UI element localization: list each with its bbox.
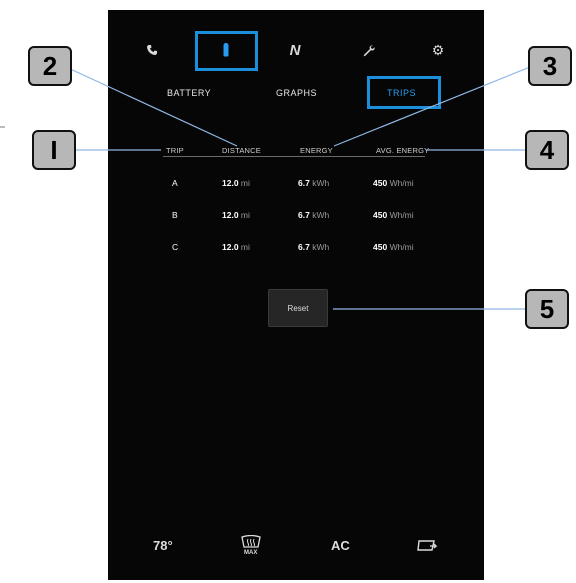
trip-distance: 12.0 mi (222, 210, 250, 220)
trip-label: B (172, 210, 178, 220)
trip-energy: 6.7 kWh (298, 210, 330, 220)
column-header-distance: DISTANCE (222, 146, 261, 155)
trip-distance: 12.0 mi (222, 242, 250, 252)
tab-trips[interactable]: TRIPS (387, 88, 416, 98)
battery-icon[interactable] (221, 42, 231, 58)
callout-badge-5: 5 (525, 289, 569, 329)
gear-icon[interactable]: ⚙ (430, 42, 446, 58)
defrost-icon (241, 534, 261, 548)
wrench-icon[interactable] (360, 42, 376, 58)
recirculation-icon (417, 540, 438, 551)
trip-avg-energy: 450 Wh/mi (373, 178, 414, 188)
recirculation-button[interactable] (416, 538, 438, 554)
n-logo-icon[interactable]: N (286, 41, 304, 59)
trip-label: A (172, 178, 178, 188)
callout-badge-1: I (32, 130, 76, 170)
trip-avg-energy: 450 Wh/mi (373, 242, 414, 252)
page: N ⚙ BATTERY GRAPHS TRIPS TRIP DISTANCE E… (0, 0, 576, 583)
callout-badge-3: 3 (528, 46, 572, 86)
trip-avg-energy: 450 Wh/mi (373, 210, 414, 220)
defrost-button[interactable]: MAX (240, 534, 262, 559)
temperature-readout[interactable]: 78° (153, 538, 173, 553)
ac-button[interactable]: AC (331, 538, 350, 553)
trip-energy: 6.7 kWh (298, 178, 330, 188)
defrost-max-label: MAX (244, 550, 258, 556)
column-header-avg-energy: AVG. ENERGY (376, 146, 430, 155)
callout-badge-4: 4 (525, 130, 569, 170)
header-divider (163, 156, 425, 157)
tab-graphs[interactable]: GRAPHS (276, 88, 317, 98)
reset-button[interactable]: Reset (268, 289, 328, 327)
callout-badge-2: 2 (28, 46, 72, 86)
trip-distance: 12.0 mi (222, 178, 250, 188)
phone-icon[interactable] (144, 42, 160, 58)
trip-label: C (172, 242, 179, 252)
trip-energy: 6.7 kWh (298, 242, 330, 252)
column-header-trip: TRIP (166, 146, 184, 155)
column-header-energy: ENERGY (300, 146, 333, 155)
tab-battery[interactable]: BATTERY (167, 88, 211, 98)
